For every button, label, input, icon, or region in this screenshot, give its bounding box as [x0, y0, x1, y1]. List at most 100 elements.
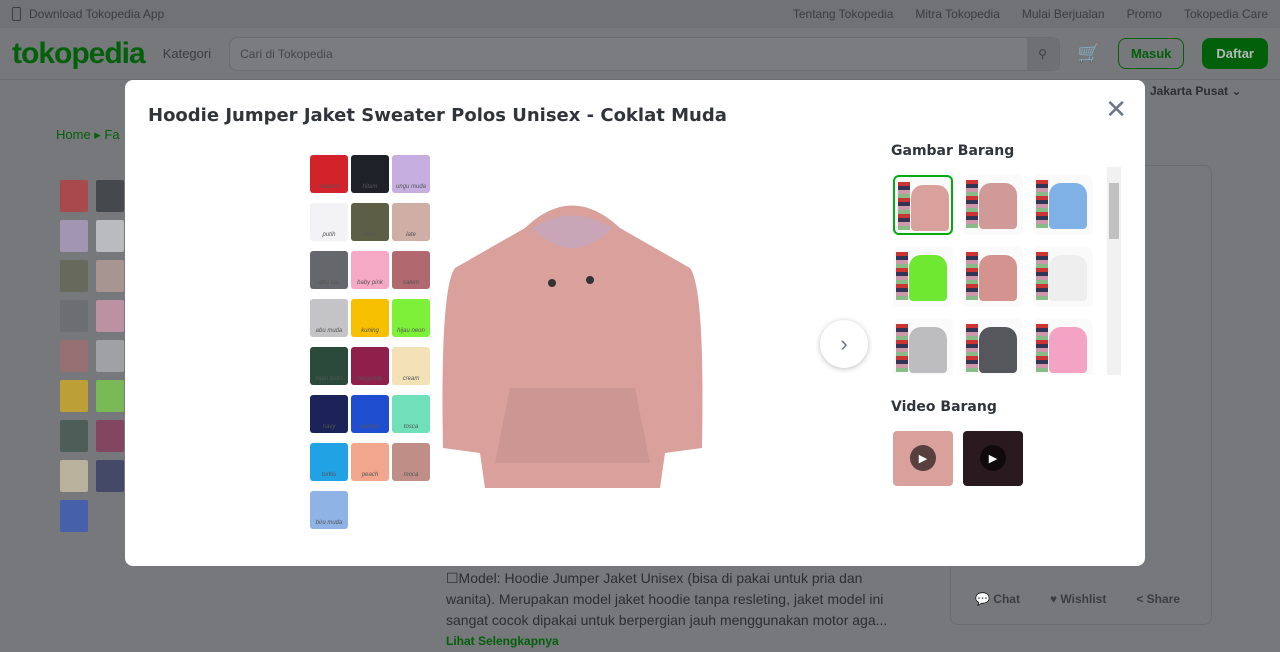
swatch-label: hitam	[362, 184, 378, 190]
image-thumbnail[interactable]	[1033, 319, 1093, 375]
left-thumb[interactable]	[60, 220, 88, 252]
thumbnail-scrollbar[interactable]	[1107, 167, 1121, 375]
swatch-label: tosca	[403, 424, 419, 430]
breadcrumb: Home ▸ Fa	[56, 127, 120, 142]
logo[interactable]: tokopedia	[12, 37, 146, 71]
close-icon[interactable]: ✕	[1105, 94, 1127, 125]
color-swatch: abu muda	[310, 299, 348, 337]
swatch-label: maroon	[318, 184, 340, 190]
swatch-label: putih	[322, 232, 336, 238]
image-thumbnail[interactable]	[893, 175, 953, 235]
swatch-label: burgundy	[357, 376, 383, 382]
top-link[interactable]: Tokopedia Care	[1184, 7, 1268, 21]
wishlist-button[interactable]: ♥ Wishlist	[1050, 592, 1106, 606]
swatch-label: biru muda	[315, 520, 343, 526]
daftar-button[interactable]: Daftar	[1202, 38, 1268, 69]
video-thumbnail[interactable]: ▶	[963, 431, 1023, 486]
description: ☐Model: Hoodie Jumper Jaket Unisex (bisa…	[446, 568, 906, 652]
color-swatch: cream	[392, 347, 430, 385]
media-panel: Gambar Barang Video Barang ▶ ▶	[891, 143, 1126, 486]
main-product-image: maroon hitam ungu muda putih army late abu tua…	[310, 150, 710, 535]
color-swatch: hijau neon	[392, 299, 430, 337]
description-text: ☐Model: Hoodie Jumper Jaket Unisex (bisa…	[446, 570, 888, 628]
actions: 💬 Chat ♥ Wishlist < Share	[975, 592, 1180, 606]
image-thumbnail[interactable]	[1033, 247, 1093, 307]
left-thumb[interactable]	[96, 260, 124, 292]
image-thumbnail[interactable]	[963, 247, 1023, 307]
swatch-label: hijau neon	[397, 328, 425, 334]
left-thumb[interactable]	[60, 300, 88, 332]
color-swatch: maroon	[310, 155, 348, 193]
left-thumb[interactable]	[96, 180, 124, 212]
phone-icon	[12, 7, 21, 21]
left-thumb[interactable]	[60, 260, 88, 292]
left-thumb[interactable]	[96, 380, 124, 412]
top-link[interactable]: Tentang Tokopedia	[793, 7, 894, 21]
left-thumb[interactable]	[96, 460, 124, 492]
left-thumb[interactable]	[60, 420, 88, 452]
share-button[interactable]: < Share	[1136, 592, 1180, 606]
color-swatch: burgundy	[351, 347, 389, 385]
video-thumbnail[interactable]: ▶	[893, 431, 953, 486]
cart-icon[interactable]: 🛒	[1078, 43, 1100, 64]
color-swatch: putih	[310, 203, 348, 241]
swatch-label: abu muda	[315, 328, 343, 334]
top-link[interactable]: Mitra Tokopedia	[915, 7, 1000, 21]
color-swatch: abu tua	[310, 251, 348, 289]
swatch-label: benhur	[360, 424, 380, 430]
left-thumb[interactable]	[96, 420, 124, 452]
left-thumbnails	[60, 180, 124, 532]
left-thumb[interactable]	[96, 220, 124, 252]
play-icon: ▶	[980, 445, 1006, 471]
chat-button[interactable]: 💬 Chat	[975, 592, 1020, 606]
top-link[interactable]: Promo	[1127, 7, 1162, 21]
left-thumb[interactable]	[60, 500, 88, 532]
image-thumbnail[interactable]	[963, 319, 1023, 375]
top-bar: Download Tokopedia App Tentang Tokopedia…	[0, 0, 1280, 28]
image-thumbnail[interactable]	[1033, 175, 1093, 235]
image-thumbnail[interactable]	[893, 319, 953, 375]
kategori-menu[interactable]: Kategori	[163, 46, 211, 61]
swatch-label: cream	[402, 376, 420, 382]
swatch-label: ungu muda	[395, 184, 427, 190]
left-thumb[interactable]	[60, 340, 88, 372]
location-bar[interactable]: Jakarta Pusat ⌄	[1150, 84, 1241, 98]
color-swatch: kuning	[351, 299, 389, 337]
search-input[interactable]: Cari di Tokopedia ⚲	[229, 36, 1060, 71]
swatch-label: baby pink	[357, 280, 383, 286]
modal-title: Hoodie Jumper Jaket Sweater Polos Unisex…	[148, 105, 727, 126]
search-icon[interactable]: ⚲	[1026, 37, 1059, 70]
color-swatch: tosca	[392, 395, 430, 433]
color-swatch: hijau botol	[310, 347, 348, 385]
search-placeholder: Cari di Tokopedia	[240, 46, 333, 61]
breadcrumb-home[interactable]: Home	[56, 127, 91, 142]
see-more-link[interactable]: Lihat Selengkapnya	[446, 631, 906, 652]
left-thumb[interactable]	[60, 180, 88, 212]
color-swatch: navy	[310, 395, 348, 433]
location[interactable]: Jakarta Pusat	[1150, 84, 1228, 98]
left-thumb[interactable]	[96, 340, 124, 372]
download-app-link[interactable]: Download Tokopedia App	[29, 7, 164, 21]
top-link[interactable]: Mulai Berjualan	[1022, 7, 1105, 21]
swatch-label: peach	[361, 472, 379, 478]
left-thumb[interactable]	[96, 300, 124, 332]
left-thumb[interactable]	[60, 460, 88, 492]
swatch-label: abu tua	[318, 280, 340, 286]
masuk-button[interactable]: Masuk	[1117, 38, 1185, 69]
color-swatch: baby pink	[351, 251, 389, 289]
next-image-button[interactable]: ›	[820, 320, 868, 368]
image-thumbnails	[891, 175, 1126, 375]
swatch-label: hijau botol	[315, 376, 343, 382]
color-swatch: hitam	[351, 155, 389, 193]
left-thumb[interactable]	[60, 380, 88, 412]
image-thumbnail[interactable]	[963, 175, 1023, 235]
color-swatch: late	[392, 203, 430, 241]
videos-heading: Video Barang	[891, 399, 997, 415]
swatch-label: salem	[402, 280, 419, 286]
image-thumbnail[interactable]	[893, 247, 953, 307]
swatch-label: turkis	[321, 472, 337, 478]
color-swatch: salem	[392, 251, 430, 289]
header: tokopedia Kategori Cari di Tokopedia ⚲ 🛒 …	[0, 28, 1280, 80]
color-swatch: peach	[351, 443, 389, 481]
swatch-label: late	[406, 232, 416, 238]
